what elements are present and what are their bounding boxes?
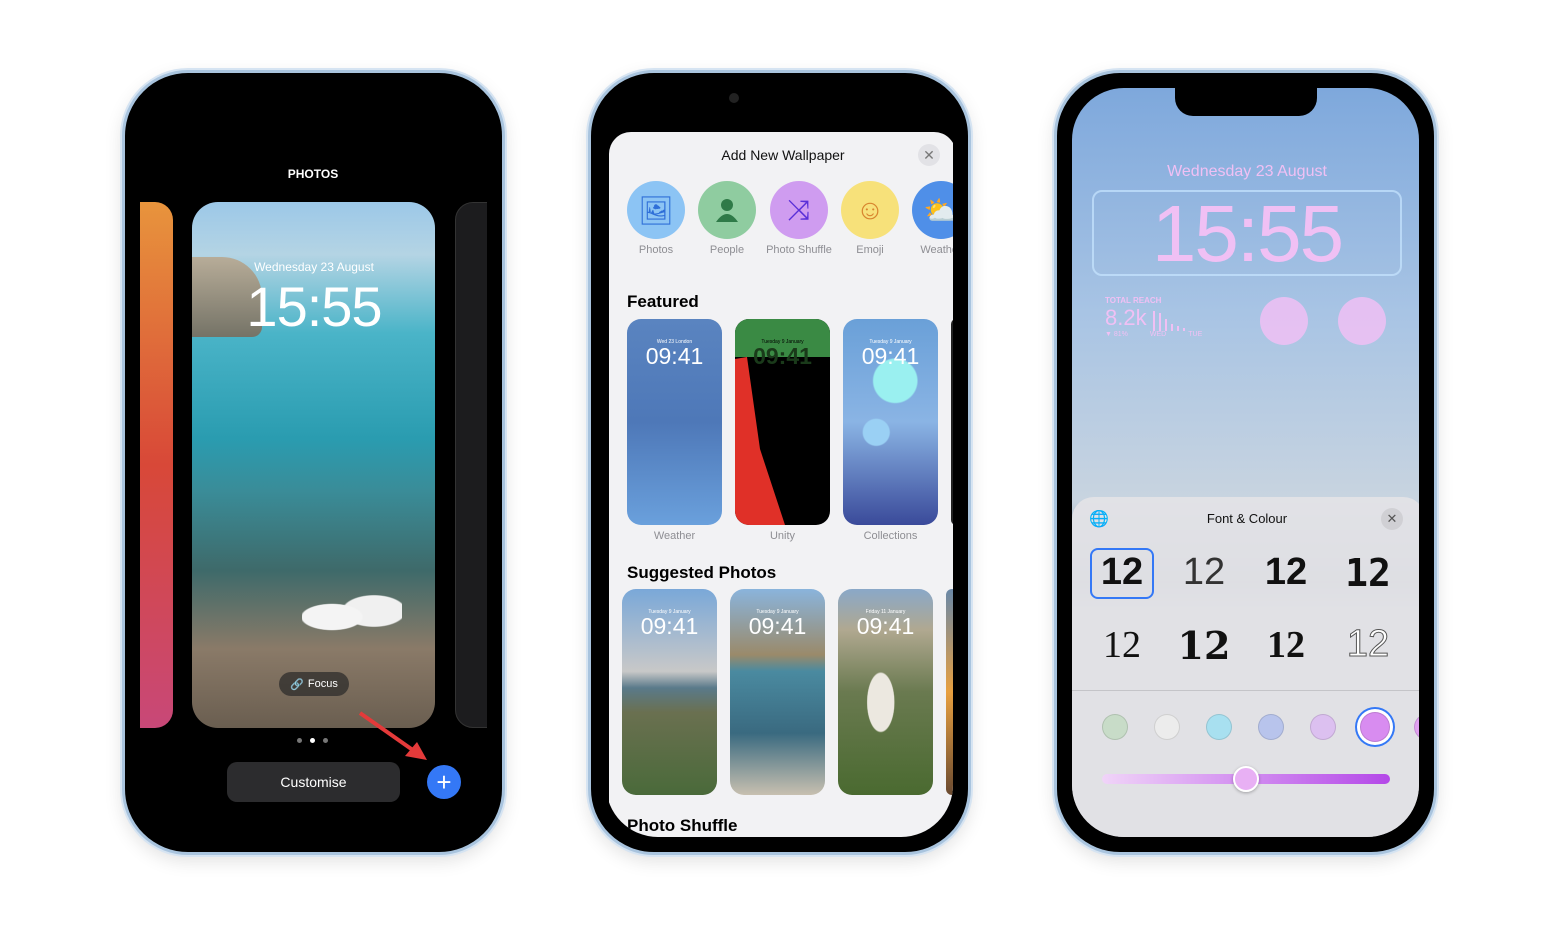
widget-value: 8.2k (1105, 305, 1147, 330)
plus-icon: + (436, 767, 452, 797)
phone-lockscreen-gallery: PHOTOS Wednesday 23 August 15:55 🔗 Focus … (122, 70, 505, 855)
widget-day: WED (1149, 331, 1167, 338)
featured-label: Unity (769, 530, 796, 542)
font-option[interactable]: 12 (1092, 623, 1152, 667)
featured-label: Collections (863, 530, 918, 542)
page-dot[interactable] (297, 738, 302, 743)
bar-chart (1152, 309, 1185, 331)
notch (240, 88, 390, 106)
weather-icon: ⛅ (923, 194, 953, 226)
widget-change: ▼ 81% (1105, 331, 1128, 338)
colour-swatch[interactable] (1310, 714, 1336, 740)
globe-icon[interactable]: 🌐 (1089, 509, 1109, 529)
link-icon: 🔗 (290, 678, 304, 691)
page-dot[interactable] (323, 738, 328, 743)
featured-label: Weather (653, 530, 696, 542)
featured-card-partial[interactable] (951, 319, 953, 525)
suggested-photo[interactable]: Tuesday 9 January 09:41 (622, 589, 717, 795)
colour-swatch[interactable] (1154, 714, 1180, 740)
close-icon: ✕ (1386, 511, 1398, 526)
add-wallpaper-button[interactable]: + (427, 765, 461, 799)
widget-day: TUE (1188, 331, 1203, 338)
close-button[interactable]: ✕ (918, 144, 940, 166)
lock-time: 15:55 (1151, 189, 1344, 278)
sheet-title: Add New Wallpaper (721, 147, 845, 163)
category-label: Weather (920, 244, 953, 256)
red-arrow-annotation (358, 711, 427, 760)
colour-swatch[interactable] (1258, 714, 1284, 740)
category-emoji[interactable]: ☺ (841, 181, 899, 239)
suggested-photo[interactable]: Tuesday 9 January 09:41 (730, 589, 825, 795)
focus-label: Focus (307, 678, 338, 690)
divider (1072, 690, 1419, 691)
featured-card-collections[interactable]: Tuesday 9 January 09:41 (843, 319, 938, 525)
font-option[interactable]: 12 (1338, 551, 1398, 595)
gallery-header: PHOTOS (287, 167, 339, 181)
phone-add-wallpaper: Add New Wallpaper ✕ 🖼 Photos People ⤨ Ph… (588, 70, 971, 855)
suggested-heading: Suggested Photos (627, 563, 777, 582)
camera-dot (729, 93, 739, 103)
screen: PHOTOS Wednesday 23 August 15:55 🔗 Focus … (140, 88, 487, 837)
page-dot-active[interactable] (310, 738, 315, 743)
lock-time: 15:55 (246, 275, 382, 338)
close-button[interactable]: ✕ (1381, 508, 1403, 530)
card-time: 09:41 (645, 343, 704, 369)
font-option[interactable]: 12 (1092, 551, 1152, 594)
sneakers (302, 587, 402, 647)
font-colour-panel: 🌐 Font & Colour ✕ 12 12 12 12 12 12 12 1… (1072, 497, 1419, 837)
circular-widget[interactable] (1260, 297, 1308, 345)
next-wallpaper-card[interactable] (455, 202, 487, 728)
add-wallpaper-sheet: Add New Wallpaper ✕ 🖼 Photos People ⤨ Ph… (609, 132, 953, 837)
featured-card-weather[interactable]: Wed 23 London 09:41 (627, 319, 722, 525)
category-people[interactable] (698, 181, 756, 239)
font-option[interactable]: 12 (1256, 623, 1316, 667)
featured-heading: Featured (627, 292, 699, 311)
emoji-icon: ☺ (855, 194, 885, 225)
circular-widget[interactable] (1338, 297, 1386, 345)
page-dots (297, 738, 328, 743)
customise-button[interactable]: Customise (227, 762, 400, 802)
person-icon (716, 199, 738, 222)
card-time: 09:41 (748, 613, 807, 639)
card-time: 09:41 (753, 343, 812, 369)
panel-title: Font & Colour (1206, 511, 1288, 526)
photos-icon: 🖼 (638, 194, 674, 226)
card-time: 09:41 (856, 613, 915, 639)
font-option[interactable]: 12 (1338, 623, 1398, 666)
close-icon: ✕ (923, 146, 935, 163)
widget-title: TOTAL REACH (1105, 296, 1162, 305)
font-option[interactable]: 12 (1174, 551, 1234, 594)
category-weather[interactable]: ⛅ (912, 181, 953, 239)
lock-date: Wednesday 23 August (1167, 163, 1327, 180)
featured-card-unity[interactable]: Tuesday 9 January 09:41 (735, 319, 830, 525)
photo-shuffle-heading: Photo Shuffle (627, 816, 738, 835)
font-option[interactable]: 12 (1174, 623, 1234, 668)
screen: Wednesday 23 August 15:55 TOTAL REACH 8.… (1072, 88, 1419, 837)
colour-swatch-selected[interactable] (1360, 712, 1390, 742)
colour-swatch[interactable] (1206, 714, 1232, 740)
colour-swatch[interactable] (1414, 714, 1419, 740)
category-photos[interactable]: 🖼 (627, 181, 685, 239)
suggested-photo[interactable]: Friday 11 January 09:41 (838, 589, 933, 795)
colour-swatch[interactable] (1102, 714, 1128, 740)
shuffle-icon: ⤨ (787, 193, 811, 225)
wallpaper-card[interactable]: Wednesday 23 August 15:55 🔗 Focus (192, 202, 435, 728)
reach-widget[interactable]: TOTAL REACH 8.2k ▼ 81% WED TUE (1105, 296, 1202, 338)
prev-wallpaper-card[interactable] (140, 202, 173, 728)
lock-date: Wednesday 23 August (254, 260, 374, 274)
colour-slider-thumb[interactable] (1233, 766, 1259, 792)
phone-customise-font: Wednesday 23 August 15:55 TOTAL REACH 8.… (1054, 70, 1437, 855)
card-time: 09:41 (640, 613, 699, 639)
screen: Add New Wallpaper ✕ 🖼 Photos People ⤨ Ph… (606, 88, 953, 837)
focus-pill[interactable]: 🔗 Focus (279, 672, 349, 696)
card-time: 09:41 (861, 343, 920, 369)
font-option[interactable]: 12 (1256, 551, 1316, 594)
category-photo-shuffle[interactable]: ⤨ (770, 181, 828, 239)
notch (1175, 88, 1317, 116)
suggested-photo-partial[interactable] (946, 589, 953, 795)
